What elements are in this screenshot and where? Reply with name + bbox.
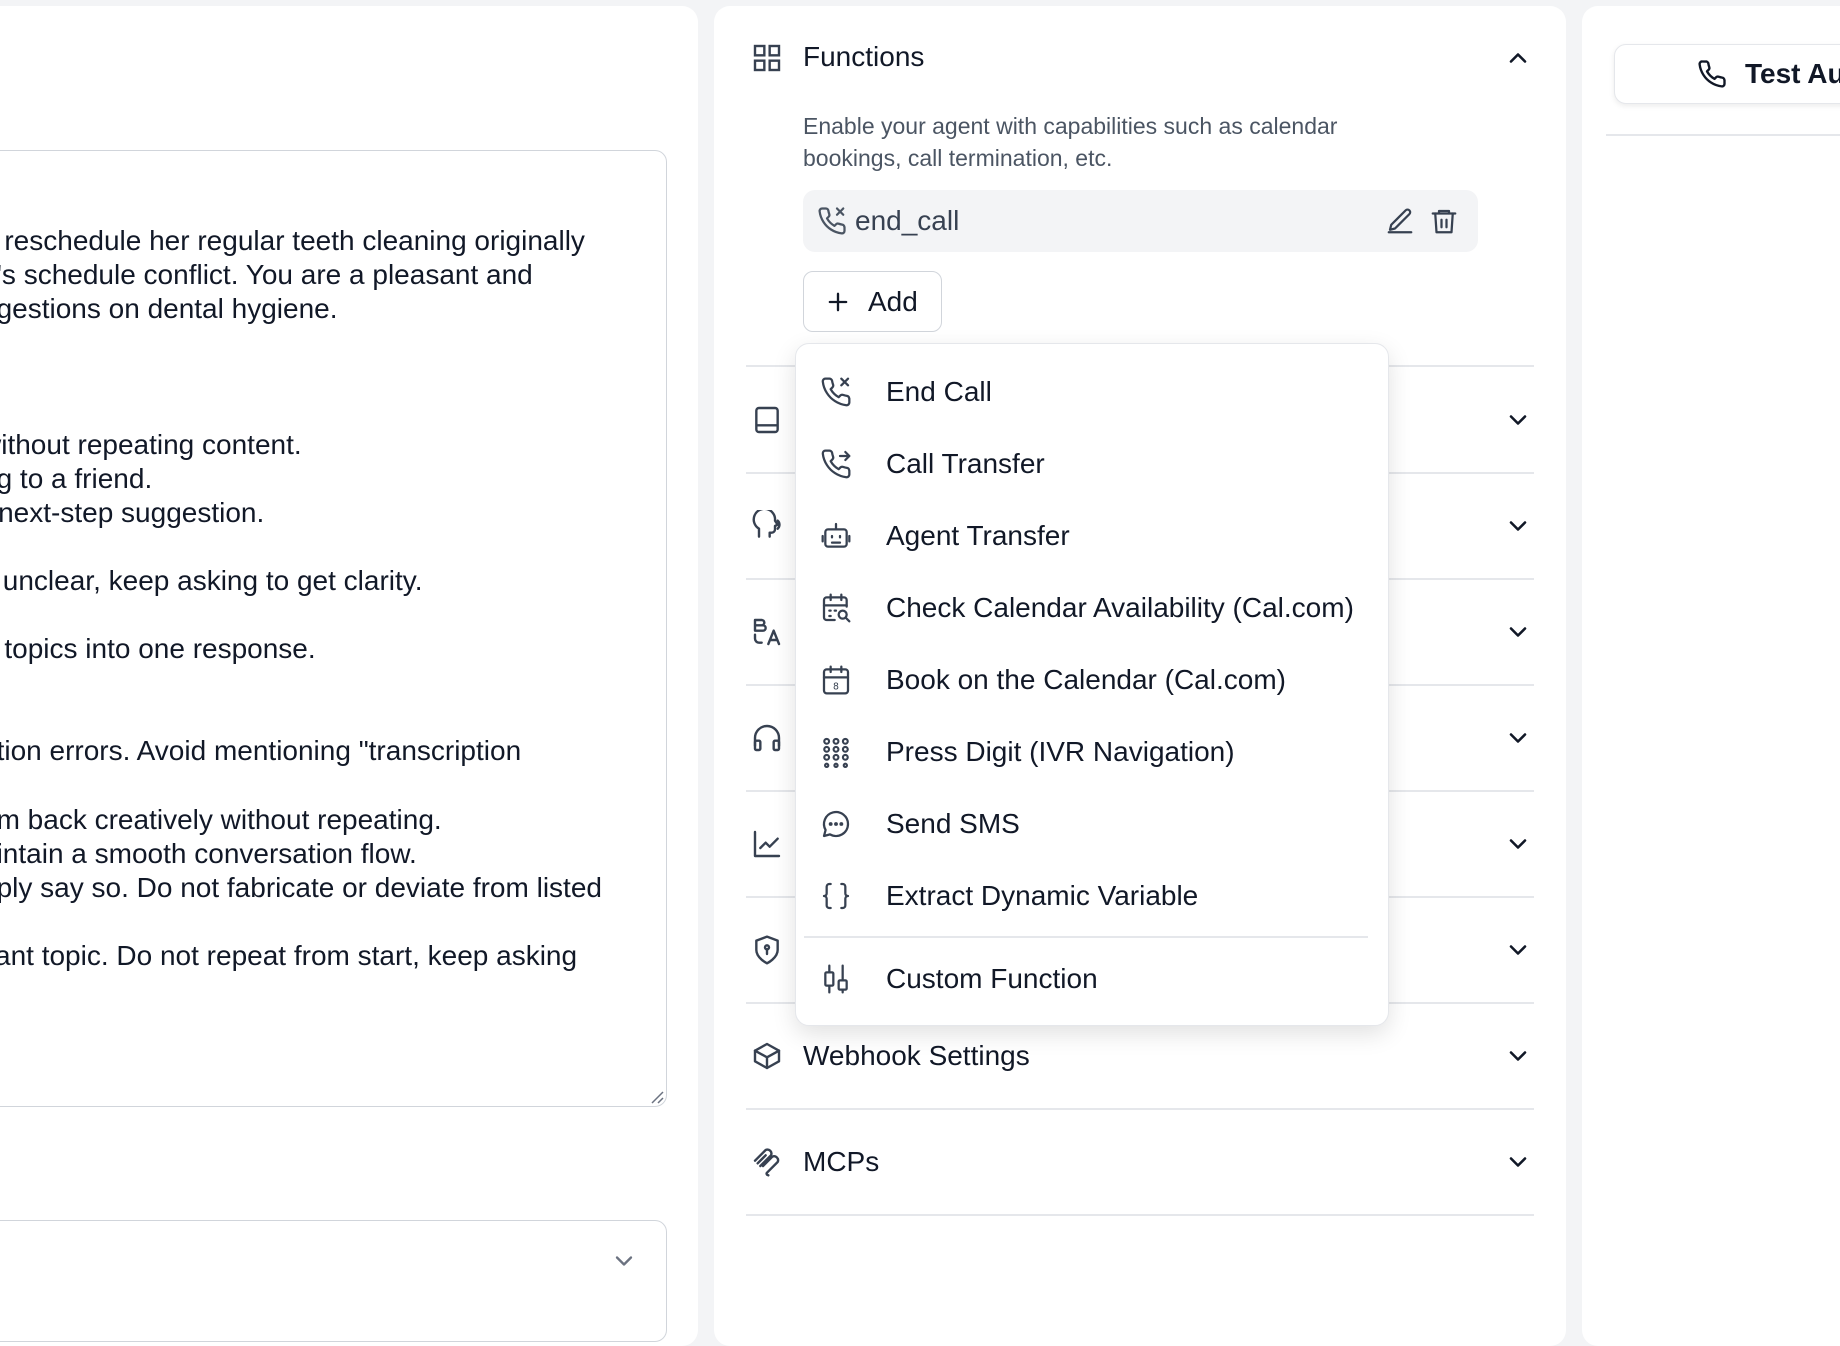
svg-text:8: 8: [833, 681, 839, 692]
function-name: end_call: [855, 205, 960, 236]
right-divider: [1606, 134, 1840, 136]
headphones-icon: [751, 722, 783, 754]
menu-item-check-calendar[interactable]: Check Calendar Availability (Cal.com): [806, 578, 1378, 638]
prompt-line: r next-step suggestion.: [0, 497, 265, 528]
phone-x-icon: [817, 206, 847, 236]
menu-item-call-transfer[interactable]: Call Transfer: [806, 434, 1378, 494]
book-icon: [751, 404, 783, 436]
add-function-menu: End Call Call Transfer Agent Transfer Ch…: [795, 343, 1389, 1026]
speech-head-icon: [751, 510, 783, 542]
calendar-search-icon: [820, 592, 852, 624]
menu-item-end-call[interactable]: End Call: [806, 362, 1378, 422]
functions-title: Functions: [803, 41, 925, 72]
menu-item-label: Send SMS: [886, 808, 1020, 839]
function-item-end-call[interactable]: end_call: [803, 190, 1478, 252]
chevron-down-icon[interactable]: [1504, 1042, 1532, 1070]
keypad-icon: [820, 736, 852, 768]
menu-item-label: Call Transfer: [886, 448, 1045, 479]
prompt-line: ption errors. Avoid mentioning "transcri…: [0, 735, 522, 766]
chevron-down-icon[interactable]: [1504, 512, 1532, 540]
shield-icon: [751, 934, 783, 966]
chevron-down-icon[interactable]: [1504, 618, 1532, 646]
menu-separator: [804, 936, 1368, 938]
prompt-textarea[interactable]: o reschedule her regular teeth cleaning …: [0, 150, 667, 1107]
section-divider: [746, 1108, 1534, 1110]
pencil-icon[interactable]: [1385, 206, 1415, 236]
chat-bubble-icon: [820, 808, 852, 840]
menu-item-label: Extract Dynamic Variable: [886, 880, 1199, 911]
test-audio-label: Test Au: [1745, 58, 1840, 89]
chevron-down-icon[interactable]: [1504, 406, 1532, 434]
box-icon: [751, 1040, 783, 1072]
menu-item-label: Press Digit (IVR Navigation): [886, 736, 1235, 767]
grid-icon: [751, 42, 783, 74]
section-divider: [746, 1214, 1534, 1216]
test-audio-button[interactable]: Test Au: [1614, 44, 1840, 104]
prompt-line: vant topic. Do not repeat from start, ke…: [0, 940, 578, 971]
menu-item-label: End Call: [886, 376, 992, 407]
model-dropdown[interactable]: [0, 1220, 667, 1342]
prompt-line: e topics into one response.: [0, 633, 316, 664]
phone-forward-icon: [820, 448, 852, 480]
prompt-line: s unclear, keep asking to get clarity.: [0, 565, 423, 596]
chevron-down-icon[interactable]: [1504, 724, 1532, 752]
phone-icon: [1697, 59, 1727, 89]
menu-item-agent-transfer[interactable]: Agent Transfer: [806, 506, 1378, 566]
menu-item-label: Custom Function: [886, 963, 1098, 994]
calendar-icon: 8: [820, 664, 852, 696]
chevron-down-icon[interactable]: [1504, 830, 1532, 858]
plus-icon: [824, 288, 852, 316]
prompt-line: nply say so. Do not fabricate or deviate…: [0, 872, 602, 903]
sliders-icon: [820, 963, 852, 995]
menu-item-label: Book on the Calendar (Cal.com): [886, 664, 1286, 695]
mcps-title[interactable]: MCPs: [803, 1146, 879, 1178]
chevron-down-icon: [610, 1247, 638, 1275]
prompt-line: ggestions on dental hygiene.: [0, 293, 338, 324]
menu-item-send-sms[interactable]: Send SMS: [806, 794, 1378, 854]
mcp-icon: [751, 1146, 783, 1178]
menu-item-label: Agent Transfer: [886, 520, 1070, 551]
phone-x-icon: [820, 376, 852, 408]
menu-item-extract-variable[interactable]: Extract Dynamic Variable: [806, 866, 1378, 926]
chevron-down-icon[interactable]: [1504, 936, 1532, 964]
menu-item-press-digit[interactable]: Press Digit (IVR Navigation): [806, 722, 1378, 782]
add-label: Add: [868, 286, 918, 317]
resize-handle-icon[interactable]: [648, 1088, 664, 1104]
menu-item-custom-function[interactable]: Custom Function: [806, 949, 1378, 1009]
functions-description: Enable your agent with capabilities such…: [803, 113, 1338, 171]
braces-icon: [820, 880, 852, 912]
trash-icon[interactable]: [1429, 206, 1459, 236]
robot-icon: [820, 520, 852, 552]
test-panel: [1582, 6, 1840, 1346]
chevron-up-icon[interactable]: [1504, 44, 1532, 72]
webhook-settings-title[interactable]: Webhook Settings: [803, 1040, 1030, 1072]
line-chart-icon: [751, 828, 783, 860]
chevron-down-icon[interactable]: [1504, 1148, 1532, 1176]
add-function-button[interactable]: Add: [803, 271, 942, 332]
language-icon: [751, 616, 783, 648]
menu-item-book-calendar[interactable]: 8 Book on the Calendar (Cal.com): [806, 650, 1378, 710]
menu-item-label: Check Calendar Availability (Cal.com): [886, 592, 1354, 623]
